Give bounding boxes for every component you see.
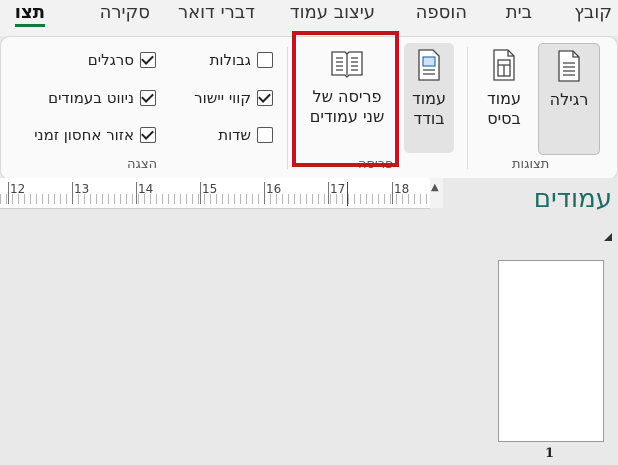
fields-checkbox[interactable]: שדות bbox=[218, 126, 273, 144]
single-page-label-2: בודד bbox=[413, 109, 445, 128]
show-group-label: הצגה bbox=[127, 157, 158, 172]
pages-panel: עמודים 1 bbox=[443, 178, 618, 465]
highlight-frame bbox=[292, 31, 399, 167]
draft-view-label-2: בסיס bbox=[487, 109, 521, 128]
draft-view-button[interactable]: עמוד בסיס bbox=[474, 43, 534, 153]
horizontal-ruler[interactable]: 12 13 14 15 16 17 18 bbox=[0, 178, 430, 209]
normal-view-label: רגילה bbox=[549, 90, 589, 109]
rulers-checkbox[interactable]: סרגלים bbox=[88, 51, 156, 69]
ruler-major-tick bbox=[264, 182, 265, 204]
ruler-major-tick bbox=[72, 182, 73, 204]
ruler-indent-marker[interactable] bbox=[347, 182, 348, 206]
single-page-button[interactable]: עמוד בודד bbox=[404, 43, 454, 153]
page-number: 1 bbox=[545, 446, 555, 461]
borders-checkbox[interactable]: גבולות bbox=[210, 51, 273, 69]
scroll-up-button[interactable]: ▲ bbox=[430, 178, 443, 208]
checkbox-rulers[interactable] bbox=[140, 52, 156, 68]
alignment-checkbox[interactable]: קווי יישור bbox=[194, 89, 273, 107]
group-divider bbox=[467, 47, 468, 169]
checkbox-alignment[interactable] bbox=[257, 90, 273, 106]
tab-mailings[interactable]: דברי דואר bbox=[178, 2, 255, 23]
ruler-number: 15 bbox=[202, 182, 218, 196]
group-divider bbox=[287, 47, 288, 169]
pages-panel-title: עמודים bbox=[533, 184, 612, 214]
ruler-major-tick bbox=[200, 182, 201, 204]
ruler-number: 14 bbox=[138, 182, 154, 196]
checkbox-fields[interactable] bbox=[257, 127, 273, 143]
page-layout-icon bbox=[493, 49, 515, 81]
checkbox-borders[interactable] bbox=[257, 52, 273, 68]
fields-label: שדות bbox=[218, 126, 251, 144]
ruler-major-tick bbox=[136, 182, 137, 204]
tab-view[interactable]: תצו bbox=[14, 2, 46, 27]
picture-page-icon bbox=[418, 49, 440, 81]
ruler-major-tick bbox=[392, 182, 393, 204]
ruler-number: 13 bbox=[74, 182, 90, 196]
ruler-number: 12 bbox=[10, 182, 26, 196]
ruler-major-tick bbox=[8, 182, 9, 204]
ruler-major-tick bbox=[328, 182, 329, 204]
single-page-label-1: עמוד bbox=[412, 89, 446, 108]
ruler-number: 16 bbox=[266, 182, 282, 196]
rulers-label: סרגלים bbox=[87, 51, 134, 69]
ruler-number: 18 bbox=[394, 182, 410, 196]
borders-label: גבולות bbox=[209, 51, 251, 69]
checkbox-navigation[interactable] bbox=[140, 90, 156, 106]
navigation-checkbox[interactable]: ניווט בעמודים bbox=[48, 89, 156, 107]
tab-review[interactable]: סקירה bbox=[100, 2, 150, 23]
temp-storage-label: אזור אחסון זמני bbox=[34, 126, 134, 144]
alignment-label: קווי יישור bbox=[194, 89, 251, 107]
tab-file[interactable]: קובץ bbox=[574, 2, 612, 23]
draft-view-label-1: עמוד bbox=[487, 89, 521, 108]
temp-storage-checkbox[interactable]: אזור אחסון זמני bbox=[34, 126, 156, 144]
views-group-label: תצוגות bbox=[512, 157, 550, 172]
checkbox-temp-storage[interactable] bbox=[140, 127, 156, 143]
triangle-up-icon: ▲ bbox=[431, 182, 439, 193]
tab-insert[interactable]: הוספה bbox=[416, 2, 467, 23]
tab-page-layout[interactable]: עיצוב עמוד bbox=[290, 2, 375, 23]
tab-home[interactable]: בית bbox=[506, 2, 532, 23]
normal-view-button[interactable]: רגילה bbox=[538, 43, 600, 155]
page-thumbnail[interactable] bbox=[498, 260, 604, 442]
ruler-number: 17 bbox=[330, 182, 346, 196]
collapse-corner-icon[interactable] bbox=[604, 233, 612, 241]
page-lines-icon bbox=[558, 50, 580, 82]
navigation-label: ניווט בעמודים bbox=[48, 89, 134, 107]
